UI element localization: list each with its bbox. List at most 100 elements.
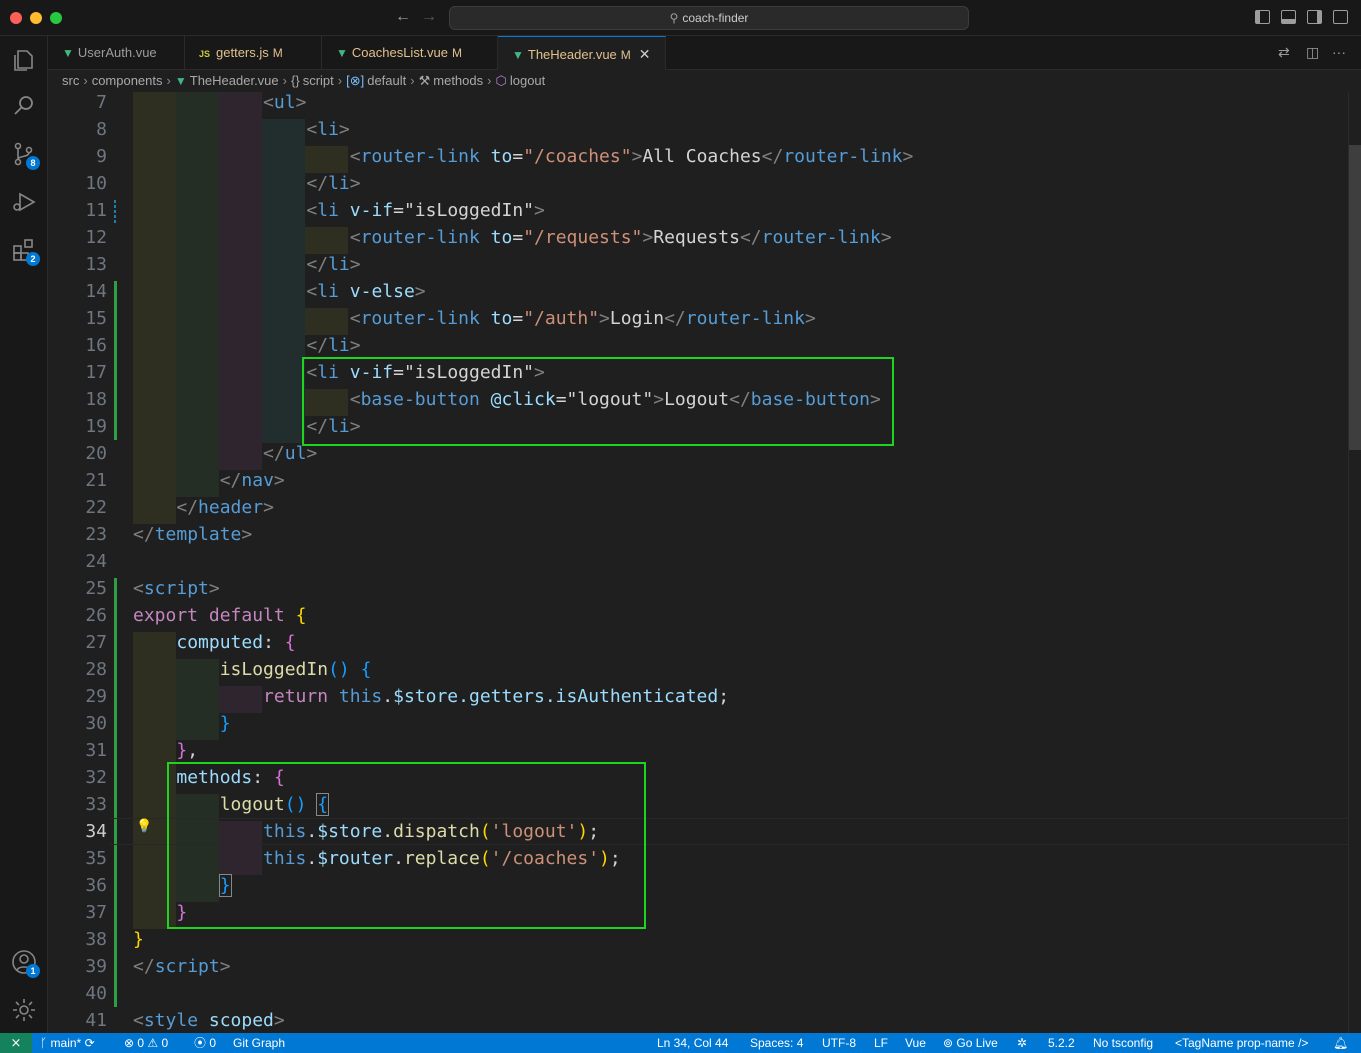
- code-content: <style scoped>: [133, 1010, 285, 1031]
- breadcrumb: src › components › ▼ TheHeader.vue ›{} script ›[…: [48, 70, 1361, 92]
- breadcrumb-file[interactable]: TheHeader.vue: [190, 73, 279, 88]
- code-content: isLoggedIn() {: [219, 659, 372, 680]
- code-line: 26 export default {: [48, 602, 1348, 629]
- tab-userauth-vue[interactable]: ▼ UserAuth.vue: [48, 36, 185, 70]
- highlight-box-logout-li: [302, 357, 894, 446]
- scrollbar-thumb[interactable]: [1349, 145, 1361, 450]
- explorer-icon[interactable]: [10, 46, 38, 74]
- highlight-box-methods: [167, 762, 646, 929]
- minimize-window-button[interactable]: [30, 12, 42, 24]
- line-number: 12: [85, 227, 107, 248]
- line-number: 41: [85, 1010, 107, 1031]
- remote-indicator-icon[interactable]: ⨯: [0, 1033, 32, 1053]
- toggle-panel-icon[interactable]: [1281, 10, 1296, 24]
- source-control-icon[interactable]: 8: [10, 140, 40, 170]
- warning-count: 0: [161, 1036, 169, 1050]
- tab-coacheslist-vue[interactable]: ▼ CoachesList.vue M: [322, 36, 498, 70]
- zoom-window-button[interactable]: [50, 12, 62, 24]
- code-line: 7 <ul>: [48, 92, 1348, 116]
- broadcast-icon: ⊚: [943, 1036, 957, 1050]
- breadcrumb-logout[interactable]: logout: [510, 73, 545, 88]
- extensions-icon[interactable]: 2: [10, 236, 40, 266]
- extensions-badge: 2: [26, 252, 40, 266]
- braces-icon: {}: [291, 73, 300, 88]
- code-line: 40: [48, 980, 1348, 1007]
- problems-status[interactable]: ⊗ 0 ⚠ 0: [124, 1033, 168, 1053]
- notifications-bell-icon[interactable]: 🔔︎: [1333, 1033, 1348, 1053]
- code-line: 12 <router-link to="/requests">Requests<…: [48, 224, 1348, 251]
- settings-gear-icon[interactable]: [10, 996, 38, 1024]
- run-debug-icon[interactable]: [10, 188, 38, 216]
- ports-status[interactable]: ⦿ 0: [194, 1033, 216, 1053]
- line-number: 7: [96, 92, 107, 113]
- broadcast-icon: ⦿: [194, 1036, 210, 1050]
- line-number: 13: [85, 254, 107, 275]
- close-window-button[interactable]: [10, 12, 22, 24]
- eol-status[interactable]: LF: [874, 1033, 888, 1053]
- close-tab-icon[interactable]: ✕: [639, 46, 651, 62]
- typescript-version[interactable]: 5.2.2: [1048, 1033, 1075, 1053]
- line-number: 35: [85, 848, 107, 869]
- line-number: 24: [85, 551, 107, 572]
- lightbulb-icon[interactable]: 💡: [136, 818, 152, 833]
- tab-theheader-vue[interactable]: ▼ TheHeader.vue M ✕: [498, 36, 666, 70]
- forward-arrow-icon[interactable]: →: [421, 8, 437, 26]
- code-line: 21 </nav>: [48, 467, 1348, 494]
- code-line: 11 <li v-if="isLoggedIn">: [48, 197, 1348, 224]
- breadcrumb-methods[interactable]: methods: [433, 73, 483, 88]
- sync-icon: ⟳: [84, 1036, 95, 1050]
- accounts-badge: 1: [26, 964, 40, 978]
- line-number: 39: [85, 956, 107, 977]
- accounts-icon[interactable]: 1: [10, 948, 40, 978]
- tab-label: CoachesList.vue: [351, 45, 449, 60]
- toggle-primary-sidebar-icon[interactable]: [1255, 10, 1270, 24]
- tsconfig-status[interactable]: No tsconfig: [1093, 1033, 1153, 1053]
- customize-layout-icon[interactable]: [1333, 10, 1348, 24]
- breadcrumb-script[interactable]: script: [303, 73, 334, 88]
- chevron-right-icon: ›: [166, 73, 171, 88]
- breadcrumb-components[interactable]: components: [92, 73, 163, 88]
- back-arrow-icon[interactable]: ←: [395, 8, 411, 26]
- code-content: <script>: [133, 578, 220, 599]
- code-content: export default {: [133, 605, 307, 626]
- code-content: </li>: [306, 254, 361, 275]
- js-file-icon: JS: [199, 49, 211, 59]
- variable-icon: [⊗]: [346, 73, 365, 88]
- language-mode[interactable]: Vue: [905, 1033, 926, 1053]
- toggle-secondary-sidebar-icon[interactable]: [1307, 10, 1322, 24]
- tagname-status[interactable]: <TagName prop-name />: [1175, 1033, 1308, 1053]
- code-line: 24: [48, 548, 1348, 575]
- method-cube-icon: ⬡: [495, 73, 507, 88]
- line-number: 23: [85, 524, 107, 545]
- ports-count: 0: [209, 1036, 217, 1050]
- git-graph-button[interactable]: Git Graph: [233, 1033, 285, 1053]
- encoding-status[interactable]: UTF-8: [822, 1033, 856, 1053]
- code-line: 25 <script>: [48, 575, 1348, 602]
- line-number: 27: [85, 632, 107, 653]
- branch-status[interactable]: ᚴ main* ⟳: [40, 1033, 95, 1053]
- chevron-right-icon: ›: [410, 73, 415, 88]
- code-editor[interactable]: 7 <ul> 8 <li> 9 <router-link to="/coache…: [48, 92, 1348, 1033]
- title-bar: ← → ⚲ coach-finder: [0, 0, 1361, 36]
- line-number: 22: [85, 497, 107, 518]
- breadcrumb-src[interactable]: src: [62, 73, 79, 88]
- cursor-position[interactable]: Ln 34, Col 44: [657, 1033, 728, 1053]
- line-number: 15: [85, 308, 107, 329]
- indentation-status[interactable]: Spaces: 4: [750, 1033, 803, 1053]
- command-center-search[interactable]: ⚲ coach-finder: [449, 6, 969, 30]
- code-line: 22 </header>: [48, 494, 1348, 521]
- vue-status-icon[interactable]: ✲: [1017, 1033, 1027, 1053]
- breadcrumb-default[interactable]: default: [367, 73, 406, 88]
- search-icon[interactable]: [10, 92, 38, 120]
- open-changes-icon[interactable]: ⇄: [1278, 44, 1290, 61]
- code-content: <li v-else>: [306, 281, 426, 302]
- line-number: 31: [85, 740, 107, 761]
- tab-getters-js[interactable]: JS getters.js M: [185, 36, 322, 70]
- go-live-button[interactable]: ⊚ Go Live: [943, 1033, 998, 1053]
- code-line: 16 </li>: [48, 332, 1348, 359]
- line-number: 30: [85, 713, 107, 734]
- line-number: 19: [85, 416, 107, 437]
- more-actions-icon[interactable]: ···: [1332, 44, 1346, 60]
- split-editor-icon[interactable]: ◫: [1306, 44, 1319, 61]
- warning-icon: ⚠: [147, 1036, 162, 1050]
